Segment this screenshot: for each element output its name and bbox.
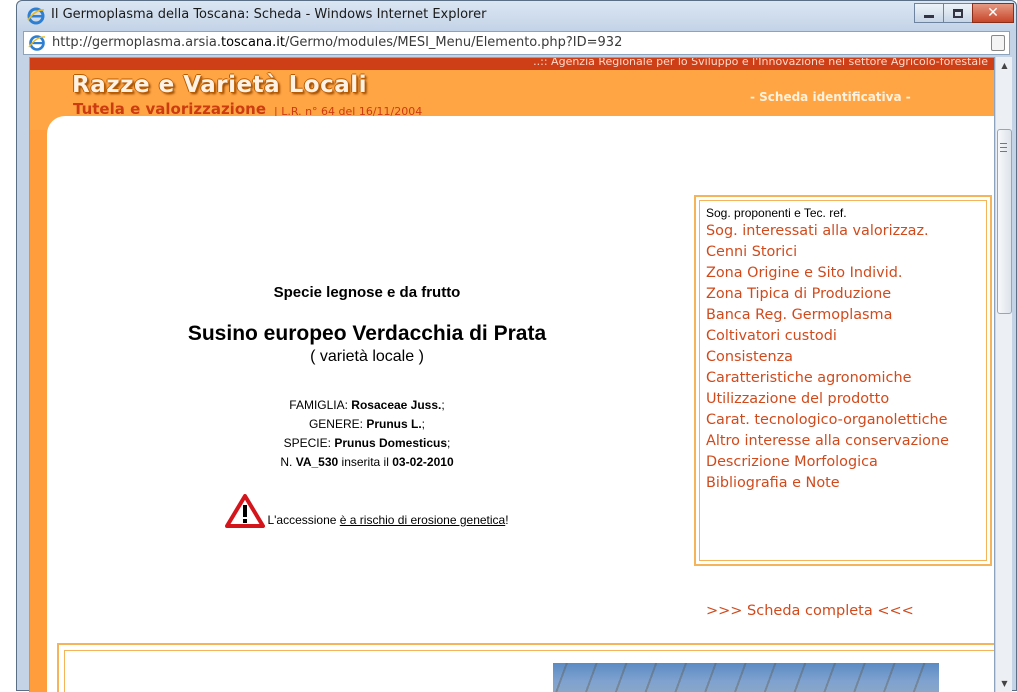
scroll-thumb[interactable] <box>997 129 1012 314</box>
photo-section-inner <box>64 650 994 692</box>
section-menu: Sog. proponenti e Tec. ref. Sog. interes… <box>694 195 992 566</box>
scroll-down-icon[interactable]: ▼ <box>996 675 1013 692</box>
variety-type: ( varietà locale ) <box>310 348 424 365</box>
page: ..:: Agenzia Regionale per lo Sviluppo e… <box>30 57 994 692</box>
ie-icon <box>27 7 45 25</box>
scheda-identificativa: - Scheda identificativa - <box>750 90 911 104</box>
genere-sep: ; <box>421 417 426 431</box>
menu-item-sog-proponenti[interactable]: Sog. proponenti e Tec. ref. <box>706 205 980 221</box>
minimize-icon <box>924 14 934 18</box>
section-menu-inner: Sog. proponenti e Tec. ref. Sog. interes… <box>699 200 987 561</box>
logo-title: Razze e Varietà Locali <box>72 72 368 98</box>
menu-item[interactable]: Descrizione Morfologica <box>706 452 980 473</box>
menu-item[interactable]: Sog. interessati alla valorizzaz. <box>706 221 980 242</box>
warning-icon <box>225 494 266 528</box>
variety-photo <box>553 663 939 692</box>
url-prefix: http://germoplasma.arsia. <box>52 35 221 50</box>
menu-item[interactable]: Coltivatori custodi <box>706 326 980 347</box>
menu-item[interactable]: Banca Reg. Germoplasma <box>706 305 980 326</box>
erosion-warning: L'accessione è a rischio di erosione gen… <box>47 494 687 528</box>
menu-item[interactable]: Zona Origine e Sito Individ. <box>706 263 980 284</box>
taxo-genere: GENERE: Prunus L.; <box>47 415 687 434</box>
erosion-link[interactable]: è a rischio di erosione genetica <box>340 513 505 527</box>
warning-prefix: L'accessione <box>267 513 340 527</box>
scroll-up-icon[interactable]: ▲ <box>996 57 1013 74</box>
agency-bar: ..:: Agenzia Regionale per lo Sviluppo e… <box>30 57 994 70</box>
menu-item[interactable]: Consistenza <box>706 347 980 368</box>
ie-page-icon <box>28 35 46 51</box>
specie-sep: ; <box>447 436 451 450</box>
number-value: VA_530 <box>295 455 339 469</box>
species-category: Specie legnose e da frutto <box>273 284 461 301</box>
taxo-famiglia: FAMIGLIA: Rosaceae Juss.; <box>47 396 687 415</box>
menu-item[interactable]: Zona Tipica di Produzione <box>706 284 980 305</box>
photo-section <box>57 643 994 692</box>
menu-item[interactable]: Carat. tecnologico-organolettiche <box>706 410 980 431</box>
inserita-label: inserita il <box>338 455 393 469</box>
title-bar[interactable]: Il Germoplasma della Toscana: Scheda - W… <box>17 1 1016 31</box>
genere-value: Prunus L. <box>366 417 422 431</box>
maximize-icon <box>953 8 963 18</box>
close-button[interactable]: ✕ <box>972 3 1014 23</box>
agency-text: ..:: Agenzia Regionale per lo Sviluppo e… <box>533 57 988 68</box>
close-icon: ✕ <box>987 5 999 21</box>
menu-item[interactable]: Cenni Storici <box>706 242 980 263</box>
genere-label: GENERE: <box>308 417 367 431</box>
number-label: N. <box>280 455 296 469</box>
minimize-button[interactable] <box>914 3 944 23</box>
browser-window: Il Germoplasma della Toscana: Scheda - W… <box>16 0 1017 692</box>
scheda-completa-link[interactable]: >>> Scheda completa <<< <box>706 603 914 619</box>
window-title: Il Germoplasma della Toscana: Scheda - W… <box>51 7 487 22</box>
menu-item[interactable]: Bibliografia e Note <box>706 473 980 494</box>
taxo-number: N. VA_530 inserita il 03-02-2010 <box>47 453 687 472</box>
address-bar[interactable]: http://germoplasma.arsia.toscana.it/Germ… <box>23 31 1010 55</box>
specie-label: SPECIE: <box>283 436 335 450</box>
content-panel: Specie legnose e da frutto Susino europe… <box>47 116 994 692</box>
vertical-scrollbar[interactable]: ▲ ▼ <box>995 57 1012 692</box>
url-suffix: /Germo/modules/MESI_Menu/Elemento.php?ID… <box>284 35 623 50</box>
taxonomy: FAMIGLIA: Rosaceae Juss.; GENERE: Prunus… <box>47 396 687 472</box>
url-text[interactable]: http://germoplasma.arsia.toscana.it/Germ… <box>52 35 622 50</box>
famiglia-value: Rosaceae Juss. <box>351 398 442 412</box>
url-domain: toscana.it <box>220 35 285 50</box>
menu-item[interactable]: Altro interesse alla conservazione <box>706 431 980 452</box>
menu-item[interactable]: Utilizzazione del prodotto <box>706 389 980 410</box>
famiglia-label: FAMIGLIA: <box>289 398 352 412</box>
scroll-grip-icon <box>1000 143 1007 152</box>
taxo-specie: SPECIE: Prunus Domesticus; <box>47 434 687 453</box>
specie-value: Prunus Domesticus <box>334 436 448 450</box>
page-icon[interactable] <box>991 35 1005 51</box>
page-viewport: ..:: Agenzia Regionale per lo Sviluppo e… <box>29 57 995 692</box>
maximize-button[interactable] <box>943 3 973 23</box>
menu-item[interactable]: Caratteristiche agronomiche <box>706 368 980 389</box>
warning-suffix: ! <box>505 513 509 527</box>
insert-date: 03-02-2010 <box>392 455 454 469</box>
variety-name: Susino europeo Verdacchia di Prata <box>187 322 547 345</box>
famiglia-sep: ; <box>441 398 445 412</box>
window-controls: ✕ <box>914 3 1014 25</box>
